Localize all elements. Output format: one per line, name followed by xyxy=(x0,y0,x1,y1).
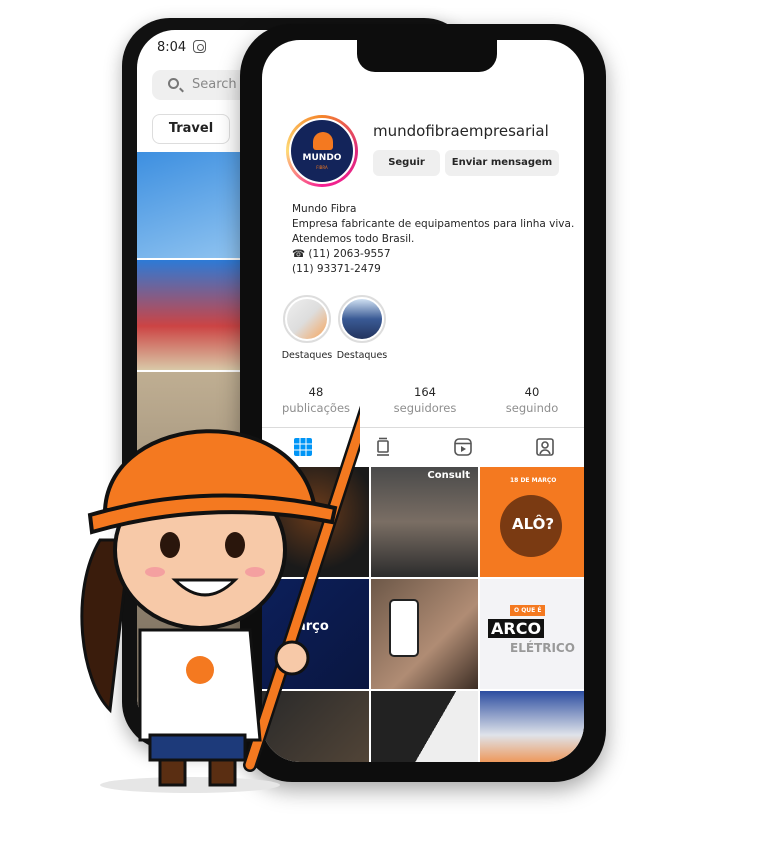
chip-travel[interactable]: Travel xyxy=(152,114,230,144)
post-text: ARCO xyxy=(488,619,545,638)
stat-label: seguidores xyxy=(393,401,457,415)
phone-notch xyxy=(357,40,497,72)
reels-icon[interactable] xyxy=(452,437,474,457)
status-time: 8:04 xyxy=(157,40,187,55)
profile-avatar[interactable]: MUNDO FIBRA xyxy=(286,115,358,187)
avatar-brand: MUNDO xyxy=(302,153,342,163)
stat-followers[interactable]: 164 seguidores xyxy=(375,385,475,415)
post[interactable] xyxy=(480,691,584,762)
stat-value: 40 xyxy=(524,385,540,399)
stat-label: seguindo xyxy=(505,401,559,415)
mascot-illustration xyxy=(80,405,360,793)
post-text: O QUE É xyxy=(510,605,546,616)
search-placeholder: Search xyxy=(192,77,237,92)
mundo-fibra-logo-icon xyxy=(313,132,333,150)
post[interactable]: O QUE É ARCO ELÉTRICO xyxy=(480,579,584,689)
follow-button[interactable]: Seguir xyxy=(373,150,440,176)
post[interactable]: 18 DE MARÇO ALÔ? xyxy=(480,467,584,577)
profile-name: Mundo Fibra xyxy=(292,203,357,215)
post[interactable] xyxy=(371,579,478,689)
search-icon xyxy=(168,78,179,89)
post-text: ALÔ? xyxy=(512,515,555,533)
post-text: ELÉTRICO xyxy=(510,641,575,655)
message-button[interactable]: Enviar mensagem xyxy=(445,150,559,176)
avatar-sub: FIBRA xyxy=(316,165,328,170)
igtv-icon[interactable] xyxy=(372,437,394,457)
stat-following[interactable]: 40 seguindo xyxy=(482,385,582,415)
bio-line: Empresa fabricante de equipamentos para … xyxy=(292,218,575,230)
stat-value: 164 xyxy=(414,385,436,399)
profile-username: mundofibraempresarial xyxy=(373,122,549,140)
post-text: 18 DE MARÇO xyxy=(510,477,557,484)
post[interactable] xyxy=(371,691,478,762)
post[interactable]: Consult xyxy=(371,467,478,577)
post-text: Consult xyxy=(427,470,470,481)
instagram-icon xyxy=(193,40,206,53)
tagged-icon[interactable] xyxy=(534,437,556,457)
